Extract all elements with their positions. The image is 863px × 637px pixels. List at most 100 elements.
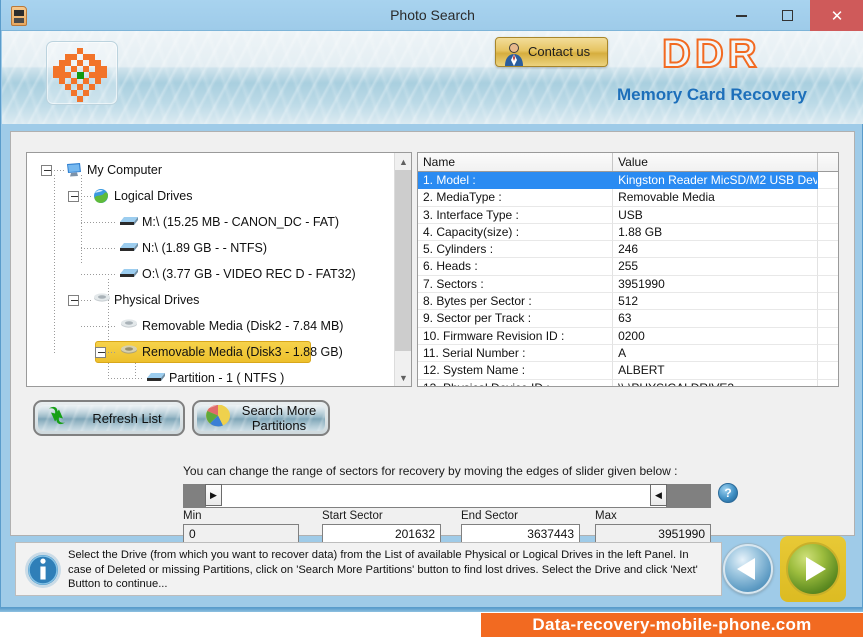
table-row[interactable]: 9. Sector per Track : 63 <box>418 310 838 328</box>
chevron-up-icon[interactable]: ▲ <box>395 153 411 170</box>
table-row[interactable]: 1. Model : Kingston Reader MicSD/M2 USB … <box>418 172 838 190</box>
next-button[interactable] <box>780 536 846 602</box>
cell-extra <box>818 258 838 276</box>
expander-minus-icon[interactable] <box>68 190 79 202</box>
cell-extra <box>818 224 838 242</box>
expander-minus-icon[interactable] <box>68 294 79 306</box>
cell-extra <box>818 380 838 386</box>
question-mark-icon[interactable]: ? <box>718 483 738 503</box>
information-icon <box>24 551 62 589</box>
previous-button[interactable] <box>723 544 773 594</box>
tree-item-label: My Computer <box>87 163 163 177</box>
search-more-line2: Partitions <box>251 418 307 431</box>
cell-value: Removable Media <box>613 189 819 207</box>
chevron-down-icon[interactable]: ▼ <box>395 369 411 386</box>
table-row[interactable]: 7. Sectors : 3951990 <box>418 275 838 294</box>
column-header-value[interactable]: Value <box>613 153 819 171</box>
cell-value: \\.\PHYSICALDRIVE3 <box>613 379 819 386</box>
table-row[interactable]: 3. Interface Type : USB <box>418 206 838 224</box>
window-frame: Photo Search ✕ Contact us DDR Memory Car… <box>0 0 863 608</box>
product-thumbnail <box>46 41 118 105</box>
play-left-icon <box>737 558 755 580</box>
min-sector-field-group: Min 0 <box>183 510 299 545</box>
cell-value: A <box>613 344 819 363</box>
contact-us-button[interactable]: Contact us <box>495 37 608 67</box>
min-label: Min <box>183 510 202 522</box>
table-row[interactable]: 2. MediaType : Removable Media <box>418 189 838 207</box>
search-more-partitions-button[interactable]: Search More Partitions <box>192 400 330 436</box>
drive-tree[interactable]: My Computer Logical Drives M:\ (15.25 MB… <box>26 152 412 387</box>
close-button[interactable]: ✕ <box>810 0 863 31</box>
refresh-list-label: Refresh List <box>92 410 162 426</box>
pie-chart-icon <box>204 405 232 431</box>
cell-extra <box>818 345 838 363</box>
tree-connector <box>108 378 143 379</box>
title-bar: Photo Search ✕ <box>1 0 863 31</box>
info-message: Select the Drive (from which you want to… <box>68 549 698 590</box>
maximize-button[interactable] <box>764 0 810 31</box>
cell-name: 3. Interface Type : <box>418 206 614 224</box>
application-window: Photo Search ✕ Contact us DDR Memory Car… <box>0 0 863 637</box>
tree-item-selected[interactable]: Removable Media (Disk3 - 1.88 GB) <box>27 339 395 365</box>
slider-track[interactable] <box>183 484 711 508</box>
column-header-extra[interactable] <box>818 153 838 171</box>
drive-details-list[interactable]: Name Value 1. Model : Kingston Reader Mi… <box>417 152 839 387</box>
cell-value: 255 <box>613 258 819 276</box>
play-right-icon <box>806 557 826 581</box>
column-header-name[interactable]: Name <box>418 153 614 171</box>
cell-value: 63 <box>613 310 819 328</box>
cell-extra <box>818 362 838 380</box>
table-row[interactable]: 4. Capacity(size) : 1.88 GB <box>418 223 838 242</box>
cell-value: 1.88 GB <box>613 223 819 242</box>
slider-handle-end[interactable]: ◀ <box>650 484 667 506</box>
cell-value: 0200 <box>613 327 819 345</box>
tree-connector <box>81 222 116 223</box>
expander-minus-icon[interactable] <box>95 346 106 358</box>
tree-item[interactable]: N:\ (1.89 GB - - NTFS) <box>27 235 395 261</box>
tree-item[interactable]: My Computer <box>27 157 395 183</box>
table-row[interactable]: 12. System Name : ALBERT <box>418 362 838 380</box>
tree-connector <box>81 300 92 301</box>
tree-item-label: Logical Drives <box>114 189 193 203</box>
search-more-partitions-label: Search More Partitions <box>237 405 321 431</box>
sector-range-slider[interactable]: ▶ ◀ <box>183 484 711 508</box>
cell-value: 512 <box>613 293 819 311</box>
tree-item[interactable]: M:\ (15.25 MB - CANON_DC - FAT) <box>27 209 395 235</box>
info-panel: Select the Drive (from which you want to… <box>15 542 722 596</box>
tree-item[interactable]: O:\ (3.77 GB - VIDEO REC D - FAT32) <box>27 261 395 287</box>
drive-icon <box>119 214 138 230</box>
cell-extra <box>818 172 838 190</box>
tree-item-label: O:\ (3.77 GB - VIDEO REC D - FAT32) <box>142 267 356 281</box>
main-content-panel: My Computer Logical Drives M:\ (15.25 MB… <box>10 131 855 545</box>
tree-item[interactable]: Removable Media (Disk2 - 7.84 MB) <box>27 313 395 339</box>
brand-tagline: Memory Card Recovery <box>617 85 807 104</box>
minimize-button[interactable] <box>718 0 764 31</box>
cell-extra <box>818 328 838 345</box>
tree-item[interactable]: Partition - 1 ( NTFS ) <box>27 365 395 386</box>
tree-item-label: Partition - 1 ( NTFS ) <box>169 371 285 385</box>
drive-icon <box>119 240 138 256</box>
footer: Data-recovery-mobile-phone.com <box>0 608 863 637</box>
cell-name: 13. Physical Device ID : <box>418 379 614 386</box>
tree-connector <box>54 170 65 171</box>
table-row[interactable]: 8. Bytes per Sector : 512 <box>418 293 838 311</box>
cell-name: 11. Serial Number : <box>418 344 614 363</box>
refresh-list-button[interactable]: Refresh List <box>33 400 185 436</box>
tree-item[interactable]: Physical Drives <box>27 287 395 313</box>
table-row[interactable]: 5. Cylinders : 246 <box>418 241 838 259</box>
expander-minus-icon[interactable] <box>41 164 52 176</box>
cell-value: ALBERT <box>613 362 819 380</box>
table-row[interactable]: 10. Firmware Revision ID : 0200 <box>418 327 838 345</box>
tree-connector <box>81 248 116 249</box>
slider-handle-start[interactable]: ▶ <box>205 484 222 506</box>
cell-name: 6. Heads : <box>418 258 614 276</box>
table-row[interactable]: 6. Heads : 255 <box>418 258 838 276</box>
scrollbar-thumb[interactable] <box>395 170 411 351</box>
end-sector-label: End Sector <box>461 510 518 522</box>
cell-extra <box>818 310 838 328</box>
tree-item-label: Physical Drives <box>114 293 200 307</box>
table-row[interactable]: 11. Serial Number : A <box>418 344 838 363</box>
tree-item[interactable]: Logical Drives <box>27 183 395 209</box>
tree-scrollbar[interactable]: ▲ ▼ <box>394 153 411 386</box>
table-row[interactable]: 13. Physical Device ID : \\.\PHYSICALDRI… <box>418 379 838 386</box>
